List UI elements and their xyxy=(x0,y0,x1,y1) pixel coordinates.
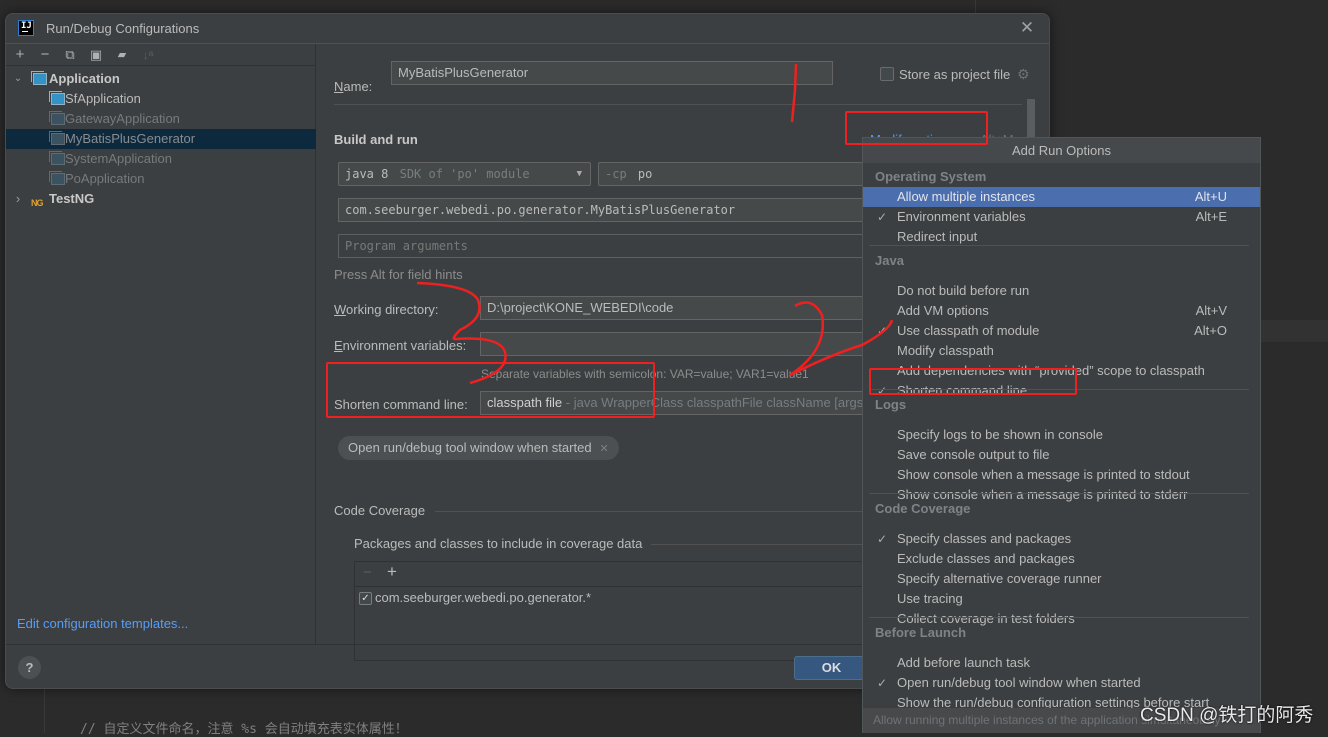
watermark: CSDN @铁打的阿秀 xyxy=(1140,705,1314,726)
annotation-mark-3 xyxy=(416,281,507,385)
annotation-mark-1 xyxy=(790,63,798,123)
annotation-strokes xyxy=(416,63,894,385)
annotation-mark-2 xyxy=(789,301,894,377)
